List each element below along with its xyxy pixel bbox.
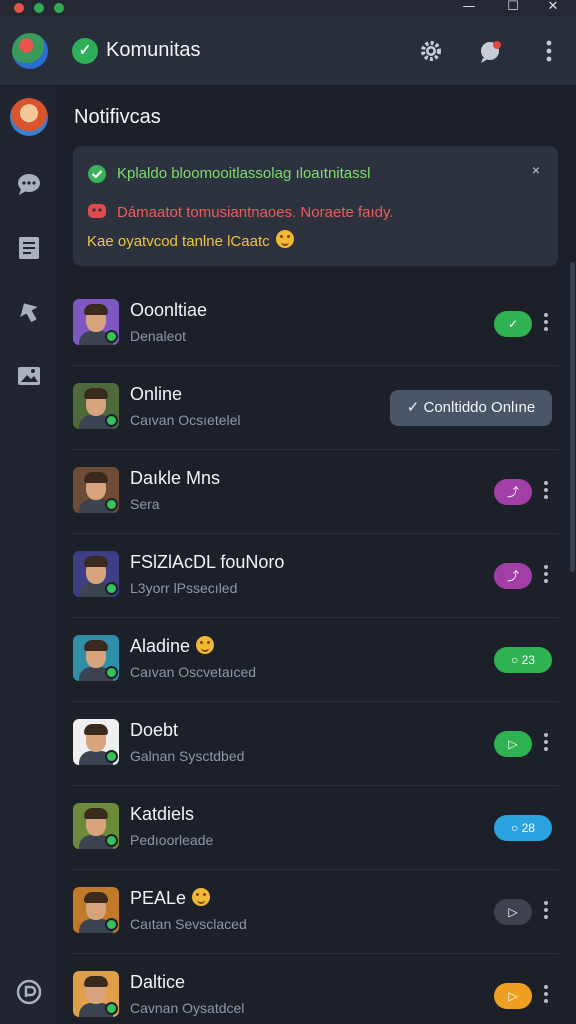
contact-name: Doebt (130, 720, 178, 741)
notice-line-info: Kae oyatvcod tanlne lCaatc (87, 230, 294, 250)
notice-line-info-text: Kae oyatvcod tanlne lCaatc (87, 233, 270, 250)
app-title: Komunitas (106, 39, 201, 61)
more-options-icon[interactable] (542, 898, 550, 926)
contact-name: Ooonltiae (130, 300, 207, 321)
online-status-dot (105, 1002, 118, 1015)
profile-avatar[interactable] (10, 98, 48, 136)
maximize-button[interactable]: ☐ (498, 0, 528, 16)
online-status-dot (105, 414, 118, 427)
app-avatar[interactable] (12, 33, 48, 69)
alert-icon (88, 204, 106, 218)
settings-icon[interactable] (418, 38, 444, 64)
contact-status: Cavnan Oysatdcel (130, 1000, 245, 1016)
online-status-dot (105, 666, 118, 679)
contact-name-text: Daıkle Mns (130, 468, 221, 488)
contact-row[interactable]: FSlZlAcDL fouNoro L3yorr lPssecıled ⤴ (73, 534, 558, 618)
contact-status: Caıtan Sevsclaced (130, 916, 247, 932)
notice-line-success: Kplaldo bloomooitlassolag ıloaıtnitassl (117, 165, 371, 182)
smile-emoji-icon (275, 230, 294, 248)
contact-status: Denaleot (130, 328, 187, 344)
online-status-dot (105, 834, 118, 847)
smile-emoji-icon (192, 888, 211, 906)
contact-action-button[interactable]: ⤴ (494, 563, 532, 589)
contact-name: Katdiels (130, 804, 194, 825)
contact-name-text: FSlZlAcDL fouNoro (130, 552, 285, 572)
contact-name-text: Online (130, 384, 183, 404)
contact-action-button[interactable]: ○ 23 (494, 647, 552, 673)
minimize-button[interactable]: — (454, 0, 484, 16)
window-close-dot[interactable] (14, 3, 24, 13)
chat-icon[interactable] (15, 170, 43, 198)
contact-action-button[interactable]: ▷ (494, 899, 532, 925)
contact-row[interactable]: Aladine Caıvan Oscvetaıced ○ 23 (73, 618, 558, 702)
contact-list: Ooonltiae Denaleot ✓ Online Caıvan Ocsıetele… (73, 282, 558, 1024)
app-header: ✓ Komunitas (0, 16, 576, 86)
contact-action-button[interactable]: ▷ (494, 731, 532, 757)
notification-card: Kplaldo bloomooitlassolag ıloaıtnitassl … (73, 146, 558, 266)
smile-emoji-icon (196, 636, 215, 654)
contact-row[interactable]: Daıkle Mns Sera ⤴ (73, 450, 558, 534)
contact-status: L3yorr lPssecıled (130, 580, 238, 596)
main-panel: Notifivcas Kplaldo bloomooitlassolag ılo… (58, 86, 576, 1024)
help-icon[interactable] (15, 978, 43, 1006)
contact-row[interactable]: Ooonltiae Denaleot ✓ (73, 282, 558, 366)
contact-row[interactable]: PEALe Caıtan Sevsclaced ▷ (73, 870, 558, 954)
window-minimize-dot[interactable] (34, 3, 44, 13)
contact-name-text: PEALe (130, 888, 187, 908)
contact-status: Galnan Sysctdbed (130, 748, 245, 764)
contact-row[interactable]: Daltice Cavnan Oysatdcel ▷ (73, 954, 558, 1024)
notice-close-button[interactable]: × (528, 162, 544, 178)
notice-line-warning: Dámaatot tomusiantnaoes. Noraete faıdy. (117, 204, 394, 221)
contact-name: Daltice (130, 972, 185, 993)
pin-icon[interactable] (15, 298, 43, 326)
contact-name-text: Katdiels (130, 804, 195, 824)
contact-name-text: Ooonltiae (130, 300, 208, 320)
notifications-title: Notifivcas (74, 106, 161, 128)
more-options-icon[interactable] (542, 982, 550, 1010)
more-options-icon[interactable] (542, 310, 550, 338)
contact-row[interactable]: Katdiels Pedıoorleade ○ 28 (73, 786, 558, 870)
contact-status: Caıvan Ocsıetelel (130, 412, 241, 428)
more-options-icon[interactable] (542, 562, 550, 590)
contact-row[interactable]: Doebt Galnan Sysctdbed ▷ (73, 702, 558, 786)
more-options-icon[interactable] (542, 730, 550, 758)
connected-online-button[interactable]: ✓ Conltiddo Onlıne (390, 390, 552, 426)
contact-name: Online (130, 384, 182, 405)
window-zoom-dot[interactable] (54, 3, 64, 13)
contact-status: Caıvan Oscvetaıced (130, 664, 257, 680)
contact-action-button[interactable]: ✓ (494, 311, 532, 337)
more-icon[interactable] (536, 38, 562, 64)
contact-status: Sera (130, 496, 160, 512)
contact-name-text: Daltice (130, 972, 186, 992)
online-status-dot (105, 330, 118, 343)
contact-name: FSlZlAcDL fouNoro (130, 552, 284, 573)
window-titlebar: — ☐ ✕ (0, 0, 576, 16)
contact-action-button[interactable]: ○ 28 (494, 815, 552, 841)
check-badge-icon: ✓ (72, 38, 98, 64)
contact-name: Daıkle Mns (130, 468, 220, 489)
sidebar (0, 86, 58, 1024)
online-status-dot (105, 918, 118, 931)
contact-name: PEALe (130, 888, 211, 909)
document-icon[interactable] (15, 234, 43, 262)
contact-name-text: Aladine (130, 636, 191, 656)
check-circle-icon (88, 165, 106, 183)
online-status-dot (105, 582, 118, 595)
scrollbar[interactable] (570, 262, 575, 572)
new-chat-icon[interactable] (478, 38, 504, 64)
contact-name: Aladine (130, 636, 215, 657)
contact-action-button[interactable]: ▷ (494, 983, 532, 1009)
close-window-button[interactable]: ✕ (538, 0, 568, 16)
gallery-icon[interactable] (15, 362, 43, 390)
more-options-icon[interactable] (542, 478, 550, 506)
contact-action-button[interactable]: ⤴ (494, 479, 532, 505)
online-status-dot (105, 750, 118, 763)
contact-status: Pedıoorleade (130, 832, 214, 848)
online-status-dot (105, 498, 118, 511)
contact-name-text: Doebt (130, 720, 179, 740)
contact-row[interactable]: Online Caıvan Ocsıetelel ✓ Conltiddo Onlın… (73, 366, 558, 450)
